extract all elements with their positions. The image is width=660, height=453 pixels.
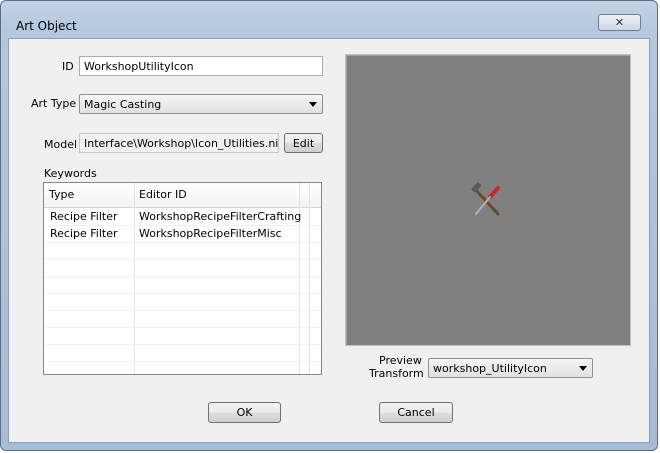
grid-horizontal-line [44,242,321,243]
keyword-editor-id-cell: WorkshopRecipeFilterMisc [139,227,282,240]
grid-horizontal-line [44,225,321,226]
keywords-label: Keywords [44,167,97,180]
dialog-client-area: ID WorkshopUtilityIcon Art Type Magic Ca… [8,38,650,443]
grid-horizontal-line [44,344,321,345]
preview-transform-label-line1: Preview [379,354,422,367]
table-row[interactable]: Recipe Filter WorkshopRecipeFilterCrafti… [44,208,321,225]
keywords-list-header: Type Editor ID [44,183,321,208]
art-type-select[interactable]: Magic Casting [79,94,323,114]
utilities-icon [471,182,500,216]
table-row[interactable]: Recipe Filter WorkshopRecipeFilterMisc [44,225,321,242]
keyword-type-cell: Recipe Filter [50,210,118,223]
window-title: Art Object [16,19,77,33]
column-divider[interactable] [299,183,300,207]
chevron-down-icon [309,102,317,107]
column-header-editor-id[interactable]: Editor ID [134,183,299,207]
art-object-dialog: Art Object ✕ ID WorkshopUtilityIcon Art … [0,0,658,451]
preview-transform-select[interactable]: workshop_UtilityIcon [428,358,593,378]
keyword-type-cell: Recipe Filter [50,227,118,240]
preview-transform-label-line2: Transform [369,367,424,380]
keywords-list[interactable]: Type Editor ID Recipe Filter WorkshopRec… [43,182,322,375]
grid-horizontal-line [44,310,321,311]
id-field[interactable]: WorkshopUtilityIcon [79,56,323,76]
grid-horizontal-line [44,276,321,277]
grid-horizontal-line [44,259,321,260]
grid-horizontal-line [44,293,321,294]
art-type-label: Art Type [31,97,77,110]
preview-transform-value: workshop_UtilityIcon [433,362,547,375]
close-button[interactable]: ✕ [598,14,641,31]
ok-button[interactable]: OK [208,402,281,423]
edit-model-button[interactable]: Edit [284,133,323,153]
title-bar[interactable]: Art Object ✕ [1,1,657,33]
grid-horizontal-line [44,361,321,362]
grid-horizontal-line [44,327,321,328]
column-header-type[interactable]: Type [44,183,134,207]
cancel-button[interactable]: Cancel [379,402,453,423]
id-label: ID [62,60,74,73]
keyword-editor-id-cell: WorkshopRecipeFilterCrafting [139,210,302,223]
column-divider[interactable] [309,183,310,207]
model-path-field[interactable]: Interface\Workshop\Icon_Utilities.nif [79,133,279,153]
chevron-down-icon [579,366,587,371]
close-icon: ✕ [614,16,625,29]
model-label: Model [44,138,78,151]
art-type-value: Magic Casting [84,98,162,111]
model-preview-viewport[interactable] [345,54,631,346]
